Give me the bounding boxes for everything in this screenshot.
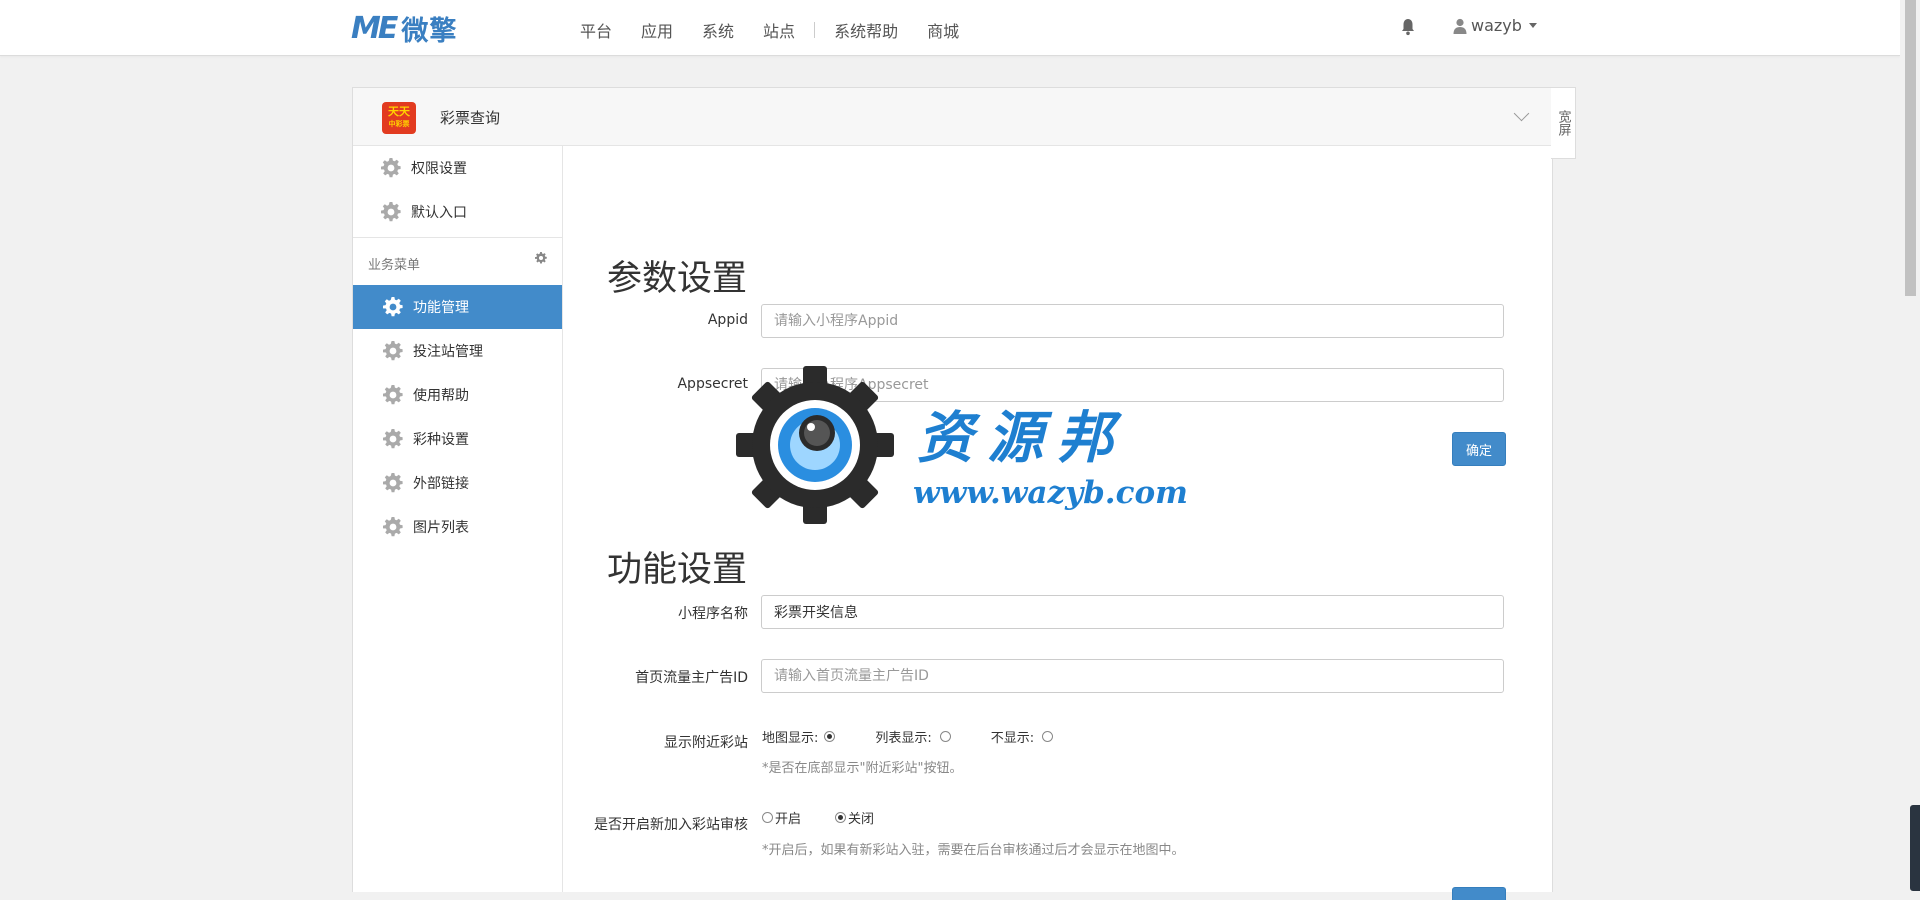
user-menu[interactable]: wazyb bbox=[1453, 16, 1537, 35]
sidebar-item-default-entry[interactable]: 默认入口 bbox=[353, 190, 562, 234]
nav-item-site[interactable]: 站点 bbox=[763, 18, 795, 42]
caret-down-icon bbox=[1528, 23, 1537, 28]
nearby-option-hide-radio[interactable] bbox=[1042, 731, 1054, 742]
sidebar-item-external-links[interactable]: 外部链接 bbox=[353, 461, 562, 505]
nearby-option-map-radio[interactable] bbox=[824, 731, 836, 742]
sidebar-item-lottery-types[interactable]: 彩种设置 bbox=[353, 417, 562, 461]
app-title: 彩票查询 bbox=[440, 109, 501, 127]
ad-id-input[interactable] bbox=[761, 659, 1504, 693]
confirm-button[interactable]: 确定 bbox=[1452, 432, 1506, 466]
gear-icon bbox=[383, 473, 403, 493]
sidebar-item-label: 默认入口 bbox=[411, 205, 467, 221]
review-option-on-label: 开启 bbox=[775, 812, 802, 827]
bell-icon[interactable] bbox=[1401, 18, 1415, 36]
params-heading: 参数设置 bbox=[607, 259, 748, 299]
sidebar-group-label: 业务菜单 bbox=[368, 258, 421, 273]
app-header: 天天中彩票 彩票查询 bbox=[353, 88, 1552, 146]
review-option-off-radio[interactable] bbox=[835, 812, 847, 823]
appid-label: Appid bbox=[707, 312, 748, 328]
nav-item-system[interactable]: 系统 bbox=[702, 18, 734, 42]
app-name-input[interactable] bbox=[761, 595, 1504, 629]
nearby-stations-options: 地图显示: 列表显示: 不显示: bbox=[762, 727, 1054, 746]
sidebar-item-label: 使用帮助 bbox=[413, 388, 469, 404]
watermark-title: 资源邦 bbox=[917, 405, 1127, 471]
nav-item-store[interactable]: 商城 bbox=[927, 18, 959, 42]
app-icon-subtext: 中彩票 bbox=[388, 120, 410, 128]
sidebar-item-label: 彩种设置 bbox=[413, 432, 469, 448]
nearby-option-list-label: 列表显示: bbox=[875, 731, 932, 746]
nav-item-platform[interactable]: 平台 bbox=[580, 18, 612, 42]
review-option-off-label: 关闭 bbox=[848, 812, 875, 827]
gear-icon bbox=[383, 341, 403, 361]
review-option-on-radio[interactable] bbox=[762, 812, 773, 823]
app-name-label: 小程序名称 bbox=[678, 606, 748, 622]
sidebar-item-label: 权限设置 bbox=[411, 161, 467, 177]
gear-icon bbox=[383, 517, 403, 537]
logo-mark: ME bbox=[351, 10, 398, 46]
sidebar-item-permissions[interactable]: 权限设置 bbox=[353, 146, 562, 190]
nearby-help-text: *是否在底部显示"附近彩站"按钮。 bbox=[762, 761, 963, 776]
review-label: 是否开启新加入彩站审核 bbox=[594, 817, 748, 833]
nav-item-apps[interactable]: 应用 bbox=[641, 18, 673, 42]
submit-button[interactable] bbox=[1452, 887, 1506, 900]
app-icon: 天天 中彩票 bbox=[382, 102, 416, 134]
watermark-url: www.wazyb.com bbox=[913, 475, 1188, 511]
main-nav: 平台 应用 系统 站点 系统帮助 商城 bbox=[580, 18, 988, 42]
sidebar: 权限设置 默认入口 业务菜单 功能管理 投注站管理 使用帮助 彩种设置 外部链接 bbox=[353, 146, 563, 892]
sidebar-item-label: 投注站管理 bbox=[413, 344, 483, 360]
sidebar-item-label: 图片列表 bbox=[413, 520, 469, 536]
sidebar-divider bbox=[353, 237, 562, 238]
user-icon bbox=[1453, 18, 1467, 34]
watermark-logo bbox=[736, 366, 894, 524]
nav-divider bbox=[814, 22, 816, 38]
nearby-option-list-radio[interactable] bbox=[939, 731, 951, 742]
gear-icon bbox=[381, 202, 401, 222]
gear-icon bbox=[383, 429, 403, 449]
sidebar-item-label: 外部链接 bbox=[413, 476, 469, 492]
app-icon-text: 天天 bbox=[388, 105, 410, 118]
sidebar-item-label: 功能管理 bbox=[413, 300, 469, 316]
chevron-down-icon[interactable] bbox=[1513, 105, 1530, 122]
edge-side-tab[interactable] bbox=[1910, 805, 1920, 891]
appsecret-label: Appsecret bbox=[677, 376, 748, 392]
widescreen-toggle[interactable]: 宽屏 bbox=[1551, 87, 1576, 159]
nearby-option-hide-label: 不显示: bbox=[990, 731, 1035, 746]
logo-text: 微擎 bbox=[401, 15, 458, 47]
nearby-stations-label: 显示附近彩站 bbox=[664, 735, 748, 751]
nearby-option-map-label: 地图显示: bbox=[762, 731, 819, 746]
review-options: 开启 关闭 bbox=[762, 808, 874, 827]
sidebar-item-station-management[interactable]: 投注站管理 bbox=[353, 329, 562, 373]
gear-icon bbox=[381, 158, 401, 178]
top-navbar: ME 微擎 平台 应用 系统 站点 系统帮助 商城 wazyb bbox=[0, 0, 1900, 56]
features-heading: 功能设置 bbox=[607, 550, 748, 590]
appid-input[interactable] bbox=[761, 304, 1504, 338]
gear-icon[interactable] bbox=[535, 252, 547, 264]
gear-icon bbox=[383, 385, 403, 405]
ad-id-label: 首页流量主广告ID bbox=[635, 670, 748, 686]
scrollbar-thumb[interactable] bbox=[1905, 0, 1916, 296]
gear-icon bbox=[383, 297, 403, 317]
logo[interactable]: ME 微擎 bbox=[351, 10, 457, 47]
review-help-text: *开启后，如果有新彩站入驻，需要在后台审核通过后才会显示在地图中。 bbox=[762, 843, 1185, 858]
user-name: wazyb bbox=[1471, 16, 1522, 35]
nav-item-help[interactable]: 系统帮助 bbox=[834, 18, 898, 42]
sidebar-item-image-list[interactable]: 图片列表 bbox=[353, 505, 562, 549]
page-scrollbar[interactable] bbox=[1900, 0, 1920, 891]
